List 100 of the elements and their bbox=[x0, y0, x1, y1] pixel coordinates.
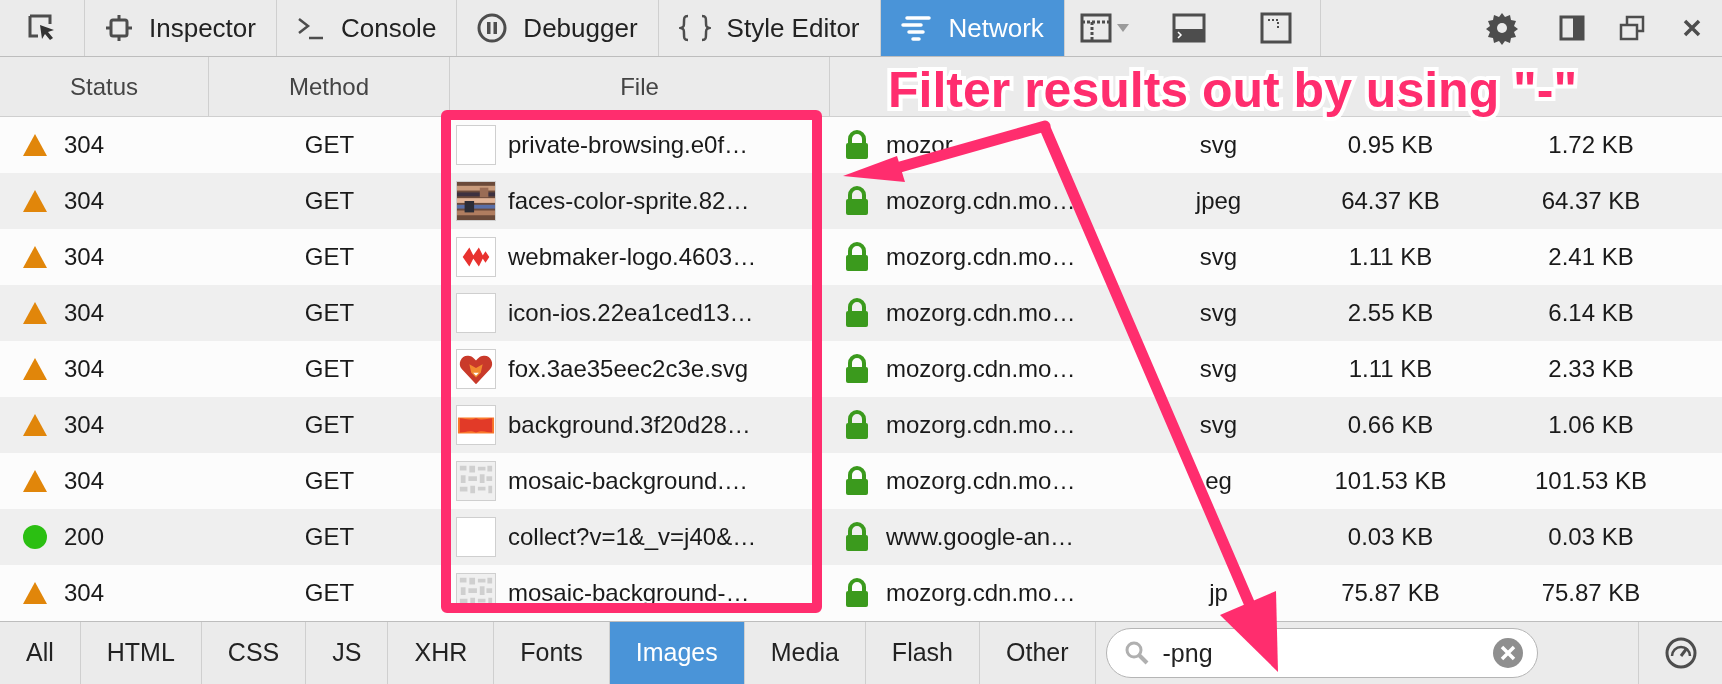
devtools-tab[interactable]: Console bbox=[276, 0, 458, 56]
lock-icon bbox=[844, 130, 870, 160]
devtools-tab[interactable]: Debugger bbox=[457, 0, 659, 56]
status-code: 304 bbox=[64, 298, 105, 328]
file-name: mosaic-background-… bbox=[508, 578, 750, 608]
file-name: collect?v=1&_v=j40&… bbox=[508, 522, 757, 552]
type-cell-text: jpeg bbox=[1195, 186, 1242, 216]
method-cell-text: GET bbox=[304, 186, 355, 216]
file-name: background.3f20d28… bbox=[508, 410, 751, 440]
transferred-cell-text: 0.95 KB bbox=[1347, 130, 1434, 160]
domain-cell-text: mozorg.cdn.mo… bbox=[886, 578, 1076, 608]
size-cell-text: 6.14 KB bbox=[1548, 298, 1634, 328]
request-row[interactable]: 200 GET collect?v=1&_v=j40&… www.google-an… 0.03 KB 0.03 KB bbox=[0, 509, 1722, 565]
devtools-tab[interactable]: Inspector bbox=[85, 0, 277, 56]
warning-triangle-icon bbox=[22, 245, 48, 269]
file-name: webmaker-logo.4603… bbox=[508, 242, 757, 272]
console-icon bbox=[296, 16, 325, 40]
domain-cell-text: mozorg.cdn.mo… bbox=[886, 298, 1076, 328]
filter-button[interactable]: XHR bbox=[388, 622, 495, 684]
caret-icon bbox=[1115, 23, 1130, 33]
filter-button[interactable]: JS bbox=[306, 622, 389, 684]
blank-thumbnail bbox=[456, 125, 496, 165]
file-name: private-browsing.e0f… bbox=[508, 130, 749, 160]
transferred-cell-text: 0.66 KB bbox=[1347, 410, 1434, 440]
transferred-cell-text: 0.03 KB bbox=[1347, 522, 1434, 552]
domain-cell-text: mozorg.cdn.mo… bbox=[886, 242, 1076, 272]
pause-icon bbox=[477, 13, 508, 43]
status-dot-icon bbox=[22, 524, 48, 550]
blank-thumbnail bbox=[456, 517, 496, 557]
type-cell-text: jp bbox=[1209, 578, 1228, 608]
lock-icon bbox=[844, 522, 870, 552]
status-code: 304 bbox=[64, 186, 105, 216]
size-cell-text: 101.53 KB bbox=[1534, 466, 1648, 496]
request-row[interactable]: 304 GET background.3f20d28… mozorg.cdn.mo… svg 0.66 KB 1.06 KB bbox=[0, 397, 1722, 453]
status-code: 304 bbox=[64, 242, 105, 272]
braces-icon bbox=[678, 14, 711, 42]
status-code: 304 bbox=[64, 354, 105, 384]
status-code: 304 bbox=[64, 410, 105, 440]
status-code: 304 bbox=[64, 466, 105, 496]
size-cell-text: 2.33 KB bbox=[1548, 354, 1634, 384]
grid-icon bbox=[1079, 13, 1112, 43]
lock-icon bbox=[844, 186, 870, 216]
blank-thumbnail bbox=[456, 293, 496, 333]
method-cell-text: GET bbox=[304, 522, 355, 552]
type-cell-text: svg bbox=[1199, 298, 1238, 328]
type-cell-text: svg bbox=[1199, 242, 1238, 272]
status-code: 304 bbox=[64, 578, 105, 608]
size-cell-text: 2.41 KB bbox=[1548, 242, 1634, 272]
filter-button[interactable]: HTML bbox=[80, 622, 202, 684]
annotation-text: Filter results out by using "-" bbox=[888, 61, 1578, 120]
transferred-cell-text: 1.11 KB bbox=[1348, 242, 1433, 272]
gauge-icon bbox=[1663, 636, 1698, 670]
devtools-tab[interactable]: Style Editor bbox=[658, 0, 881, 56]
size-cell-text: 64.37 KB bbox=[1541, 186, 1641, 216]
method-cell-text: GET bbox=[304, 242, 355, 272]
method-cell-text: GET bbox=[304, 466, 355, 496]
banner-icon bbox=[456, 405, 496, 445]
windows-icon bbox=[1618, 14, 1646, 42]
dock-side-icon bbox=[1559, 15, 1585, 41]
domain-cell-text: mozorg.cdn.mo… bbox=[886, 466, 1076, 496]
lock-icon bbox=[844, 410, 870, 440]
lock-icon bbox=[844, 242, 870, 272]
transferred-cell-text: 2.55 KB bbox=[1347, 298, 1434, 328]
close-icon bbox=[1682, 18, 1702, 38]
filter-button[interactable]: Flash bbox=[865, 622, 980, 684]
size-cell-text: 75.87 KB bbox=[1541, 578, 1641, 608]
file-name: mosaic-background.… bbox=[508, 466, 749, 496]
logo-icon bbox=[456, 237, 496, 277]
method-cell-text: GET bbox=[304, 354, 355, 384]
column-header[interactable]: File bbox=[620, 68, 659, 105]
method-cell-text: GET bbox=[304, 298, 355, 328]
clear-icon[interactable] bbox=[1491, 637, 1524, 669]
lock-icon bbox=[844, 354, 870, 384]
filter-button[interactable]: All bbox=[0, 622, 81, 684]
transferred-cell-text: 75.87 KB bbox=[1341, 578, 1440, 608]
filter-button[interactable]: CSS bbox=[201, 622, 307, 684]
filter-button[interactable]: Fonts bbox=[494, 622, 610, 684]
network-icon bbox=[900, 15, 933, 41]
lock-icon bbox=[844, 466, 870, 496]
column-header[interactable]: Status bbox=[69, 68, 138, 105]
warning-triangle-icon bbox=[22, 301, 48, 325]
transferred-cell-text: 64.37 KB bbox=[1341, 186, 1440, 216]
search-field[interactable]: -png bbox=[1105, 628, 1538, 678]
status-code: 304 bbox=[64, 130, 105, 160]
filter-button[interactable]: Media bbox=[744, 622, 866, 684]
warning-triangle-icon bbox=[22, 133, 48, 157]
type-cell-text: svg bbox=[1199, 130, 1238, 160]
inspector-icon bbox=[105, 14, 133, 42]
method-cell-text: GET bbox=[304, 578, 355, 608]
file-name: faces-color-sprite.82… bbox=[508, 186, 750, 216]
file-name: fox.3ae35eec2c3e.svg bbox=[508, 354, 749, 384]
filter-button[interactable]: Other bbox=[980, 622, 1096, 684]
size-cell-text: 1.06 KB bbox=[1548, 410, 1634, 440]
domain-cell-text: mozorg.cdn.mo… bbox=[886, 410, 1076, 440]
mosaic-icon bbox=[456, 461, 496, 501]
size-cell-text: 0.03 KB bbox=[1548, 522, 1634, 552]
column-header[interactable]: Method bbox=[288, 68, 370, 105]
type-cell-text: svg bbox=[1199, 410, 1238, 440]
search-icon bbox=[1123, 640, 1150, 666]
request-row[interactable]: 304 GET icon-ios.22ea1ced13… mozorg.cdn.mo… svg 2.55 KB 6.14 KB bbox=[0, 285, 1722, 341]
